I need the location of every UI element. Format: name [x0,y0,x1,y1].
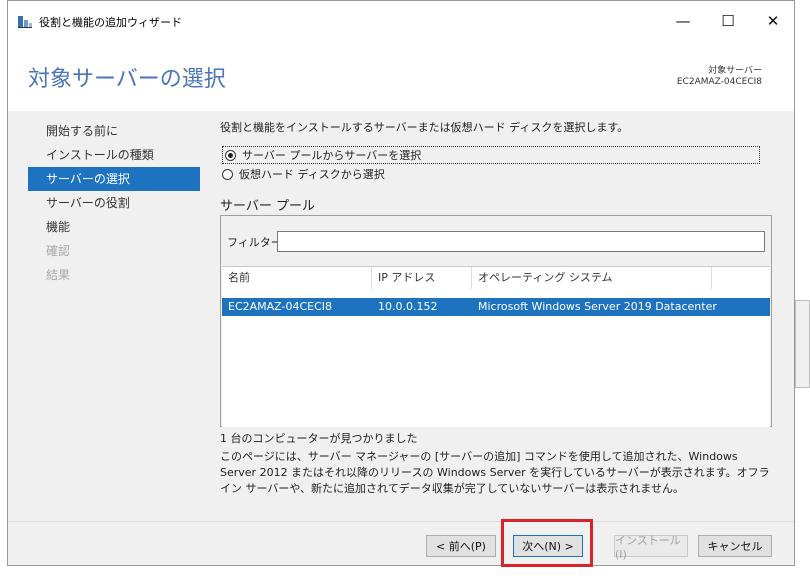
radio-selected-icon[interactable] [225,149,236,161]
maximize-button[interactable]: ☐ [705,1,751,41]
server-list: 名前 IP アドレス オペレーティング システム EC2AMAZ-04CECI8… [222,266,770,427]
destination-server-label: 対象サーバー [708,66,762,76]
nav-step-server-roles[interactable]: サーバーの役割 [28,191,200,215]
nav-step-results: 結果 [46,268,71,282]
found-count-text: 1 台のコンピューターが見つかりました [220,432,418,445]
background-window-edge [795,300,810,388]
previous-button[interactable]: < 前へ(P) [426,535,496,557]
server-ip-cell: 10.0.0.152 [378,300,438,313]
wizard-header: 対象サーバーの選択 対象サーバー EC2AMAZ-04CECI8 [8,41,794,111]
server-pool-heading: サーバー プール [220,199,316,214]
nav-step-before-you-begin[interactable]: 開始する前に [28,119,200,143]
server-name-cell: EC2AMAZ-04CECI8 [228,300,333,313]
server-pool-panel: フィルター: 名前 IP アドレス オペレーティング システム EC2AMAZ-… [220,215,772,427]
radio-unselected-icon[interactable] [222,168,233,180]
nav-step-confirmation: 確認 [46,244,71,258]
title-bar[interactable]: 役割と機能の追加ウィザード — ☐ ✕ [8,1,794,41]
minimize-button[interactable]: — [660,1,706,41]
column-header-os[interactable]: オペレーティング システム [472,267,712,289]
nav-step-server-selection[interactable]: サーバーの選択 [28,167,200,191]
select-from-pool-radio[interactable]: サーバー プールからサーバーを選択 [222,146,760,164]
column-header-name[interactable]: 名前 [222,267,372,289]
select-vhd-label: 仮想ハード ディスクから選択 [239,168,385,181]
next-button-highlight [501,519,593,567]
column-header-ip[interactable]: IP アドレス [372,267,472,289]
page-description: 役割と機能をインストールするサーバーまたは仮想ハード ディスクを選択します。 [220,121,629,134]
select-from-pool-label: サーバー プールからサーバーを選択 [242,149,422,162]
install-button: インストール(I) [614,534,688,561]
destination-server-name: EC2AMAZ-04CECI8 [676,77,762,87]
wizard-window: 役割と機能の追加ウィザード — ☐ ✕ 対象サーバーの選択 対象サーバー EC2… [7,0,795,567]
footer-divider [8,521,794,522]
server-manager-icon [18,16,32,28]
info-text: このページには、サーバー マネージャーの [サーバーの追加] コマンドを使用して… [220,450,770,495]
server-os-cell: Microsoft Windows Server 2019 Datacenter [478,300,717,313]
table-row[interactable]: EC2AMAZ-04CECI8 10.0.0.152 Microsoft Win… [222,298,770,316]
page-title: 対象サーバーの選択 [28,67,226,92]
select-vhd-radio[interactable]: 仮想ハード ディスクから選択 [222,165,385,183]
cancel-button[interactable]: キャンセル [698,535,772,557]
wizard-steps-nav: 開始する前に インストールの種類 サーバーの選択 サーバーの役割 機能 確認 結… [28,119,200,287]
window-title: 役割と機能の追加ウィザード [39,16,182,29]
close-button[interactable]: ✕ [750,1,796,41]
filter-input[interactable] [277,231,765,252]
nav-step-installation-type[interactable]: インストールの種類 [28,143,200,167]
nav-step-features[interactable]: 機能 [28,215,200,239]
